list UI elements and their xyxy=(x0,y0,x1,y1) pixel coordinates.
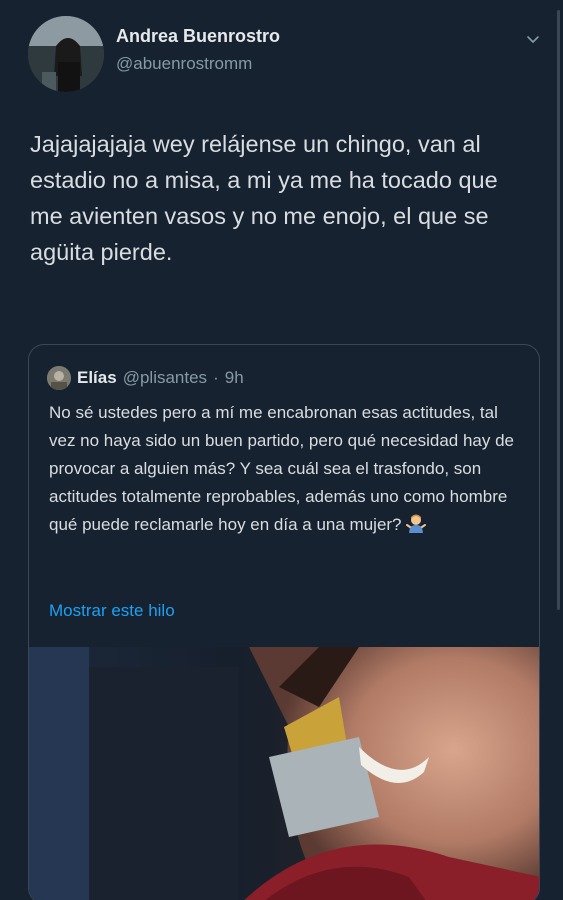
separator-dot: · xyxy=(213,368,219,387)
chevron-down-icon[interactable] xyxy=(525,32,541,48)
quoted-author-name: Elías xyxy=(77,368,117,387)
quoted-author-handle: @plisantes xyxy=(122,368,208,387)
author-name[interactable]: Andrea Buenrostro xyxy=(116,26,280,47)
quoted-tweet-text: No sé ustedes pero a mí me encabronan es… xyxy=(49,399,529,539)
quoted-avatar xyxy=(47,366,71,390)
avatar-photo xyxy=(28,16,104,92)
author-handle[interactable]: @abuenrostromm xyxy=(116,54,252,74)
scrollbar[interactable] xyxy=(557,10,560,610)
quoted-tweet-body: No sé ustedes pero a mí me encabronan es… xyxy=(49,403,515,534)
tweet-text: Jajajajajaja wey relájense un chingo, va… xyxy=(30,131,498,265)
quoted-avatar-photo xyxy=(47,366,71,390)
quoted-media[interactable] xyxy=(29,647,539,900)
tweet-view: Andrea Buenrostro @abuenrostromm Jajajaj… xyxy=(0,0,563,900)
quoted-timestamp: 9h xyxy=(224,368,244,387)
show-thread-link[interactable]: Mostrar este hilo xyxy=(49,601,175,621)
media-image xyxy=(29,647,539,900)
man-shrugging-icon xyxy=(405,514,426,533)
quoted-tweet-header: Elías @plisantes · 9h xyxy=(47,365,244,391)
quoted-tweet[interactable]: Elías @plisantes · 9h No sé ustedes pero… xyxy=(28,344,540,900)
avatar[interactable] xyxy=(28,16,104,92)
